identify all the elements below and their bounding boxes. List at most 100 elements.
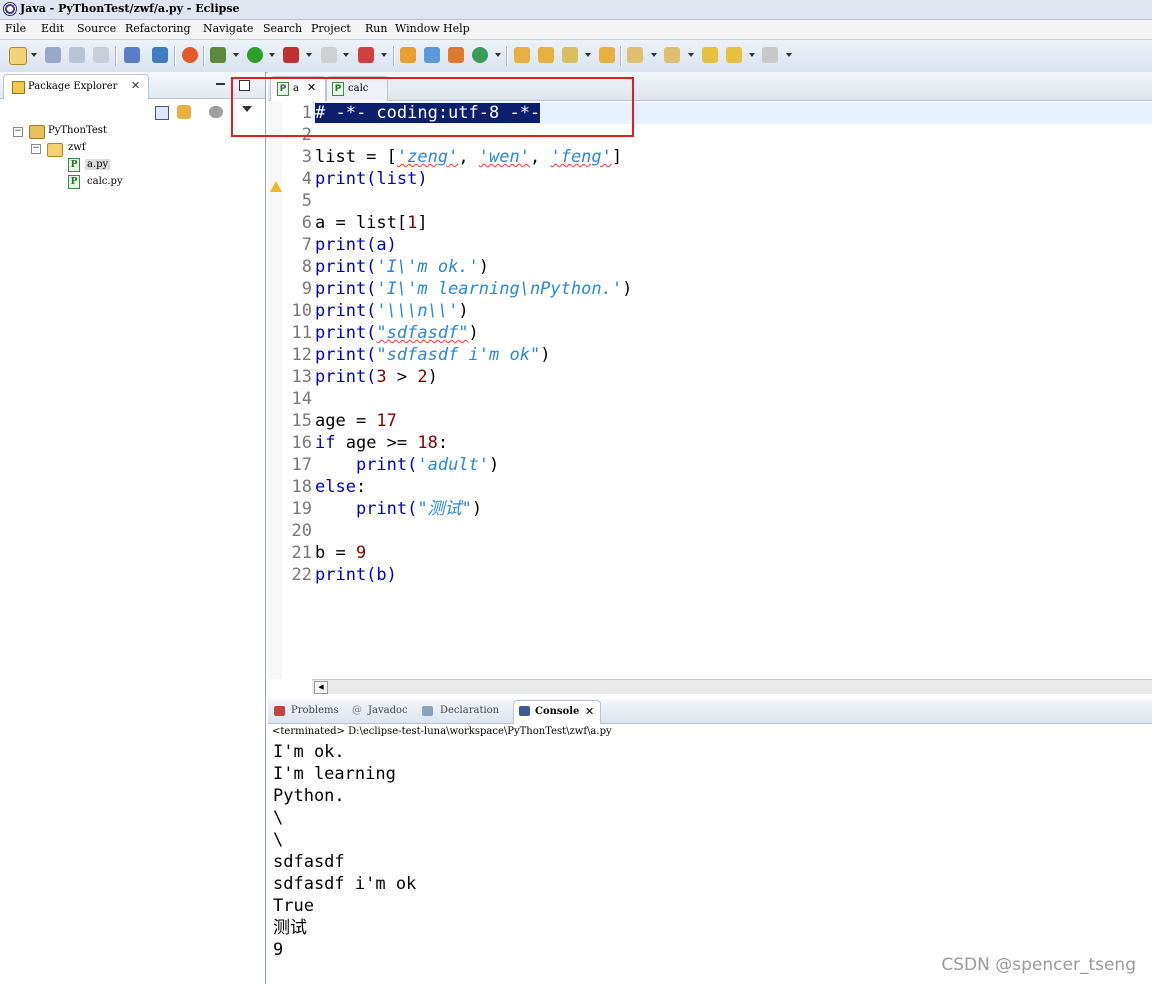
code-line: print('\\\n\\') xyxy=(315,300,469,322)
collapse-icon[interactable]: − xyxy=(13,127,23,137)
python-file-icon: P xyxy=(68,175,80,189)
number-token: 3 xyxy=(376,367,387,387)
collapse-all-icon[interactable] xyxy=(155,106,169,120)
new-module-icon[interactable] xyxy=(424,47,440,63)
close-icon[interactable]: ✕ xyxy=(131,79,140,92)
refresh-dropdown-icon[interactable] xyxy=(495,53,501,57)
console-status: <terminated> D:\eclipse-test-luna\worksp… xyxy=(272,726,612,737)
stop-icon[interactable] xyxy=(321,47,337,63)
code-token: print( xyxy=(315,367,377,387)
collapse-icon[interactable]: − xyxy=(31,144,41,154)
tab-console[interactable]: Console ✕ xyxy=(513,700,601,724)
code-token: , xyxy=(458,147,479,167)
line-number: 4 xyxy=(301,169,312,189)
tab-javadoc[interactable]: Javadoc xyxy=(368,705,408,716)
horizontal-scrollbar[interactable]: ◀ xyxy=(312,679,1152,694)
menu-navigate[interactable]: Navigate xyxy=(203,22,253,35)
menu-project[interactable]: Project xyxy=(311,22,351,35)
stop-dropdown-icon[interactable] xyxy=(343,53,349,57)
search-folder-icon[interactable] xyxy=(599,47,615,63)
pen-dropdown-icon[interactable] xyxy=(585,53,591,57)
menu-window[interactable]: Window xyxy=(395,22,440,35)
external-tools-dropdown-icon[interactable] xyxy=(306,53,312,57)
menu-run[interactable]: Run xyxy=(365,22,387,35)
number-token: 1 xyxy=(407,213,418,233)
open-type-icon[interactable] xyxy=(538,47,554,63)
open-folder-icon[interactable] xyxy=(514,47,530,63)
next-annotation-icon[interactable] xyxy=(627,47,643,63)
debug-dropdown-icon[interactable] xyxy=(233,53,239,57)
view-menu-icon[interactable] xyxy=(209,106,223,118)
pydev-icon[interactable] xyxy=(182,47,198,63)
external-tools-icon[interactable] xyxy=(283,47,299,63)
line-number: 5 xyxy=(301,191,312,211)
next-annotation-dropdown-icon[interactable] xyxy=(651,53,657,57)
code-token: ] xyxy=(611,147,623,167)
string-token: 'adult' xyxy=(417,455,490,475)
toggle-mark-icon[interactable] xyxy=(124,47,140,63)
close-icon[interactable]: ✕ xyxy=(585,705,594,718)
tab-problems[interactable]: Problems xyxy=(291,705,339,716)
prev-annotation-icon[interactable] xyxy=(664,47,680,63)
code-line: print(3 > 2) xyxy=(315,366,438,388)
console-output-line: sdfasdf xyxy=(273,852,345,872)
code-token: list = [ xyxy=(315,147,397,167)
python-icon[interactable] xyxy=(152,47,168,63)
menu-refactoring[interactable]: Refactoring xyxy=(125,22,191,35)
refresh-icon[interactable] xyxy=(472,47,488,63)
print-icon[interactable] xyxy=(93,47,109,63)
save-all-icon[interactable] xyxy=(69,47,85,63)
console-output-line: \ xyxy=(273,830,284,850)
menu-help[interactable]: Help xyxy=(443,22,470,35)
code-line: list = ['zeng', 'wen', 'feng'] xyxy=(315,146,622,168)
code-token: ) xyxy=(471,499,483,519)
code-text-area[interactable]: # -*- coding:utf-8 -*- list = ['zeng', '… xyxy=(312,101,1152,679)
scroll-left-icon[interactable]: ◀ xyxy=(314,681,328,694)
back-arrow-icon[interactable] xyxy=(726,47,742,63)
new-icon[interactable] xyxy=(9,47,27,65)
code-token: print( xyxy=(315,323,377,343)
save-icon[interactable] xyxy=(45,47,61,63)
tab-package-explorer[interactable]: Package Explorer ✕ xyxy=(3,74,149,99)
run-icon[interactable] xyxy=(247,47,263,63)
menu-edit[interactable]: Edit xyxy=(41,22,64,35)
last-edit-icon[interactable] xyxy=(702,47,718,63)
menu-search[interactable]: Search xyxy=(263,22,302,35)
code-token: ) xyxy=(489,455,500,475)
link-with-editor-icon[interactable] xyxy=(177,105,191,119)
tab-declaration[interactable]: Declaration xyxy=(440,705,499,716)
menu-source[interactable]: Source xyxy=(77,22,116,35)
new-dropdown-icon[interactable] xyxy=(31,53,37,57)
highlight-annotation-box xyxy=(231,77,634,137)
python-file-icon: P xyxy=(68,158,80,172)
back-dropdown-icon[interactable] xyxy=(749,53,755,57)
new-project-icon[interactable] xyxy=(400,47,416,63)
code-line: age = 17 xyxy=(315,410,397,432)
forward-dropdown-icon[interactable] xyxy=(786,53,792,57)
console-output-line: True xyxy=(273,896,314,916)
code-token: ) xyxy=(540,345,551,365)
code-line: print("sdfasdf") xyxy=(315,322,479,344)
warning-icon[interactable] xyxy=(270,181,282,192)
run-dropdown-icon[interactable] xyxy=(269,53,275,57)
forward-arrow-icon[interactable] xyxy=(762,47,778,63)
code-token: print(b) xyxy=(315,565,397,585)
menu-file[interactable]: File xyxy=(5,22,26,35)
new-package-icon[interactable] xyxy=(448,47,464,63)
pen-icon[interactable] xyxy=(562,47,578,63)
string-token: "sdfasdf i'm ok" xyxy=(376,345,541,365)
tree-label-file-a: a.py xyxy=(85,159,111,170)
code-token: print( xyxy=(315,301,377,321)
coverage-dropdown-icon[interactable] xyxy=(381,53,387,57)
code-line: print('I\'m learning\nPython.') xyxy=(315,278,632,300)
line-number: 12 xyxy=(291,345,312,365)
code-token: print(list) xyxy=(315,169,428,189)
minimize-icon[interactable] xyxy=(216,83,225,85)
coverage-icon[interactable] xyxy=(358,47,374,63)
declaration-icon xyxy=(422,706,433,716)
string-token: 'zeng' xyxy=(396,147,459,167)
string-token: 'I\'m ok.' xyxy=(376,257,479,277)
debug-icon[interactable] xyxy=(210,47,226,63)
prev-annotation-dropdown-icon[interactable] xyxy=(688,53,694,57)
